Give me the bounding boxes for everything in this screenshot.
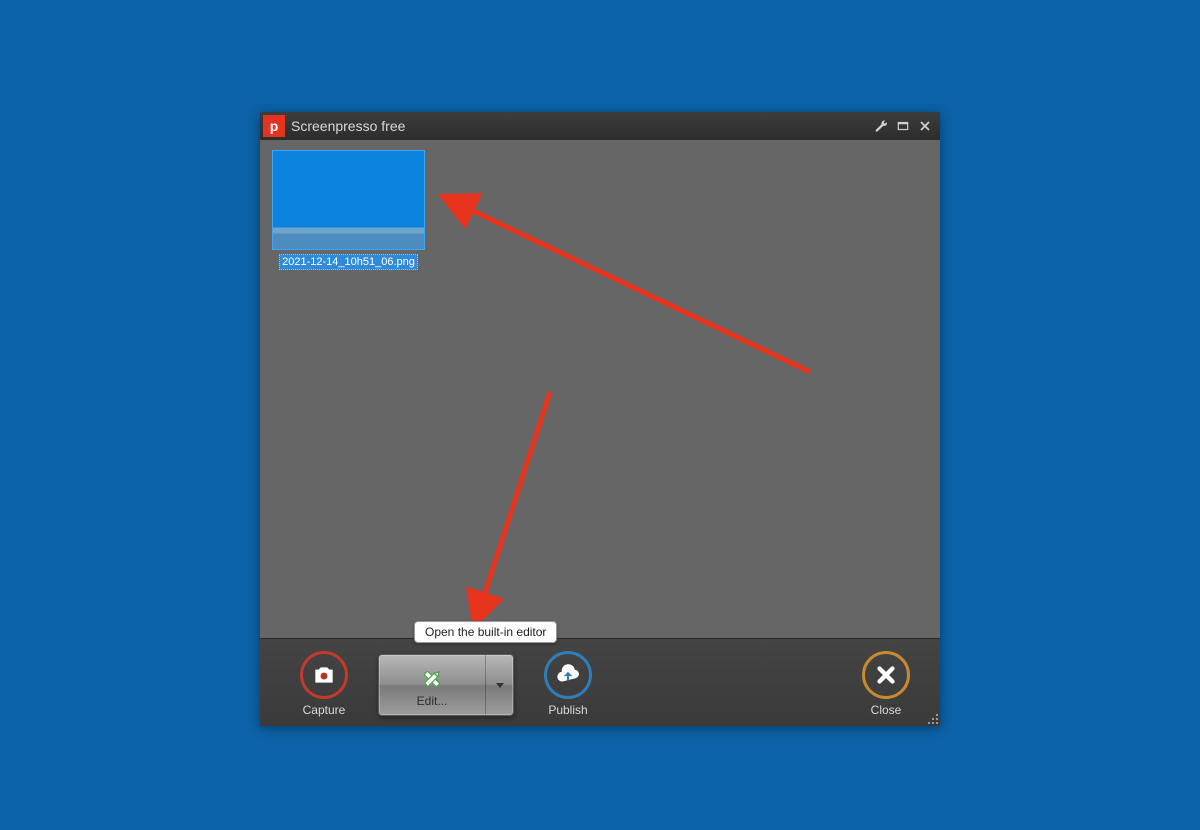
edit-tooltip: Open the built-in editor [414,621,557,643]
titlebar[interactable]: p Screenpresso free [260,112,940,140]
app-window: p Screenpresso free 2021-12-14_10h51_06.… [260,112,940,726]
edit-pencil-ruler-icon [417,664,447,694]
thumbnail-image [272,150,425,250]
edit-label: Edit... [417,694,448,708]
close-window-button[interactable] [916,117,934,135]
wrench-icon [874,119,888,133]
cloud-upload-icon [555,662,581,688]
chevron-down-icon [495,680,505,690]
close-button[interactable]: Close [862,651,910,717]
resize-grip-icon[interactable] [924,710,938,724]
close-circle [862,651,910,699]
publish-label: Publish [548,703,587,717]
edit-button[interactable]: Edit... [378,654,514,716]
maximize-button[interactable] [894,117,912,135]
bottom-toolbar: Open the built-in editor Capture [260,638,940,726]
screenshot-gallery[interactable]: 2021-12-14_10h51_06.png [260,140,940,638]
capture-circle [300,651,348,699]
close-icon [918,119,932,133]
app-logo-letter: p [270,118,279,134]
capture-label: Capture [303,703,346,717]
screenshot-thumbnail[interactable]: 2021-12-14_10h51_06.png [272,150,425,270]
capture-button[interactable]: Capture [300,651,348,717]
publish-button[interactable]: Publish [544,651,592,717]
app-logo-icon: p [263,115,285,137]
thumbnail-filename: 2021-12-14_10h51_06.png [279,254,418,270]
x-icon [873,662,899,688]
window-title: Screenpresso free [291,118,405,134]
edit-dropdown-button[interactable] [485,655,513,715]
camera-icon [311,662,337,688]
edit-button-main[interactable]: Edit... [379,655,485,715]
publish-circle [544,651,592,699]
maximize-icon [896,119,910,133]
close-label: Close [871,703,902,717]
settings-button[interactable] [872,117,890,135]
